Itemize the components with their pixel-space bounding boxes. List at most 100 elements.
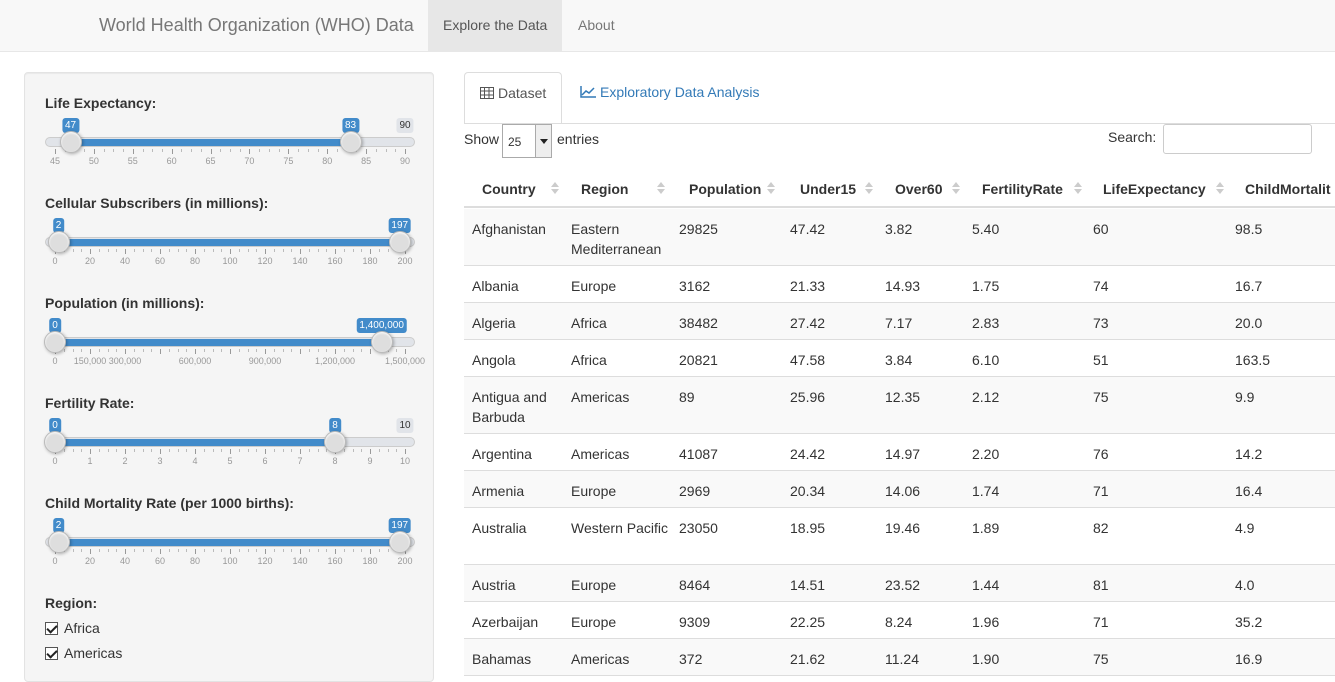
sort-icon[interactable] <box>952 182 960 196</box>
table-cell: 3162 <box>679 278 711 294</box>
slider-label: Child Mortality Rate (per 1000 births): <box>45 495 294 511</box>
slider-from-handle[interactable] <box>59 131 82 153</box>
slider-tick-label: 6 <box>262 456 268 466</box>
tab-eda[interactable]: Exploratory Data Analysis <box>565 72 775 124</box>
column-header[interactable]: Country <box>482 181 536 197</box>
table-cell: 2.83 <box>972 315 1000 331</box>
slider-minor-tick <box>273 249 275 252</box>
tab-label: Exploratory Data Analysis <box>600 84 760 100</box>
slider-tick <box>195 349 196 354</box>
tab-dataset[interactable]: Dataset <box>464 72 563 124</box>
nav-tab-explore[interactable]: Explore the Data <box>428 0 563 51</box>
sort-icon[interactable] <box>767 182 775 196</box>
table-row[interactable]: Armenia Europe 2969 20.34 14.06 1.74 71 16.4 <box>464 471 1335 508</box>
table-cell: Europe <box>571 278 617 294</box>
slider-minor-tick <box>343 249 345 252</box>
app-title[interactable]: World Health Organization (WHO) Data <box>99 15 414 36</box>
table-cell: 47.42 <box>790 221 826 237</box>
slider-minor-tick <box>72 549 74 552</box>
table-cell: 23.52 <box>885 577 921 593</box>
slider-minor-tick <box>161 149 163 152</box>
slider-from-handle[interactable] <box>47 531 70 553</box>
slider-minor-tick <box>238 349 240 352</box>
slider-minor-tick <box>151 549 153 552</box>
slider-label: Cellular Subscribers (in millions): <box>45 195 269 211</box>
slider-max-value: 10 <box>396 418 414 433</box>
table-cell: Europe <box>571 577 617 593</box>
slider-minor-tick <box>151 349 153 352</box>
table-row[interactable]: Bahamas Americas 372 21.62 11.24 1.90 75 16.9 <box>464 639 1335 676</box>
slider-tick-label: 80 <box>322 156 333 166</box>
sort-icon[interactable] <box>865 182 873 196</box>
slider-tick-label: 150,000 <box>73 356 107 366</box>
slider-from-handle[interactable] <box>47 231 70 253</box>
column-header[interactable]: Population <box>689 181 761 197</box>
entries-select[interactable]: 25 <box>502 124 552 158</box>
table-cell: 24.42 <box>790 446 826 462</box>
table-row[interactable]: Australia Western Pacific 23050 18.95 19.46 1… <box>464 508 1335 565</box>
slider-to-handle[interactable] <box>324 431 346 453</box>
column-header[interactable]: Region <box>581 181 628 197</box>
table-row[interactable]: Albania Europe 3162 21.33 14.93 1.75 74 16.7 <box>464 266 1335 303</box>
slider-tick <box>366 149 368 154</box>
column-header[interactable]: LifeExpectancy <box>1103 181 1206 197</box>
region-checkbox-americas[interactable]: Americas <box>45 645 122 661</box>
slider-minor-tick <box>133 249 135 252</box>
table-row[interactable]: Algeria Africa 38482 27.42 7.17 2.83 73 20.0 <box>464 303 1335 340</box>
slider-tick-label: 200 <box>397 256 413 266</box>
sort-icon[interactable] <box>1216 182 1224 196</box>
slider-minor-tick <box>142 449 144 452</box>
region-checkbox-africa[interactable]: Africa <box>45 620 100 636</box>
table-row[interactable]: Azerbaijan Europe 9309 22.25 8.24 1.96 71 35.2 <box>464 602 1335 639</box>
slider-minor-tick <box>291 249 293 252</box>
table-cell: 14.93 <box>885 278 921 294</box>
column-header[interactable]: Over60 <box>895 181 942 197</box>
slider-tick-label: 80 <box>189 256 201 266</box>
slider-tick-label: 55 <box>127 156 138 166</box>
slider-to-handle[interactable] <box>370 331 393 353</box>
nav-tab-about[interactable]: About <box>563 0 630 51</box>
slider-minor-tick <box>221 349 223 352</box>
slider-minor-tick <box>352 249 354 252</box>
sort-icon[interactable] <box>657 182 665 196</box>
table-cell: 2.12 <box>972 389 1000 405</box>
slider-minor-tick <box>378 449 380 452</box>
slider-minor-tick <box>396 449 398 452</box>
slider-minor-tick <box>326 249 328 252</box>
slider-tick <box>125 549 126 554</box>
slider-to-handle[interactable] <box>339 131 362 153</box>
slider-from-handle[interactable] <box>44 331 66 353</box>
table-cell: 16.4 <box>1235 483 1263 499</box>
table-row[interactable]: Afghanistan Eastern Mediterranean 29825 47.… <box>464 209 1335 266</box>
table-header: Country Region Population Under15 Over60 Fert… <box>464 172 1335 208</box>
slider-minor-tick <box>186 349 188 352</box>
table-row[interactable]: Antigua and Barbuda Americas 89 25.96 12.35 2… <box>464 377 1335 434</box>
slider-tick <box>300 349 301 354</box>
column-header[interactable]: ChildMortalit <box>1245 181 1331 197</box>
search-input[interactable] <box>1163 124 1312 154</box>
table-row[interactable]: Angola Africa 20821 47.58 3.84 6.10 51 163.5 <box>464 340 1335 377</box>
slider-selected-range <box>55 339 382 346</box>
slider-minor-tick <box>81 249 83 252</box>
table-row[interactable]: Austria Europe 8464 14.51 23.52 1.44 81 4.0 <box>464 565 1335 602</box>
table-cell: 14.2 <box>1235 446 1263 462</box>
table-cell: 4.0 <box>1235 577 1255 593</box>
sort-icon[interactable] <box>1074 182 1082 196</box>
column-header[interactable]: FertilityRate <box>982 181 1063 197</box>
slider-to-handle[interactable] <box>388 231 411 253</box>
slider-from-handle[interactable] <box>44 431 66 453</box>
checkbox-checked-icon[interactable] <box>45 622 58 635</box>
table-cell: Afghanistan <box>472 221 546 237</box>
checkbox-checked-icon[interactable] <box>45 647 58 660</box>
slider-tick-label: 20 <box>84 556 96 566</box>
filter-sidebar: Life Expectancy: 45 50 55 60 65 70 75 80 85 90 47 83… <box>24 72 434 682</box>
slider-to-handle[interactable] <box>388 531 411 553</box>
slider-tick-label: 10 <box>399 456 411 466</box>
slider-minor-tick <box>84 149 86 152</box>
column-header[interactable]: Under15 <box>800 181 856 197</box>
slider-minor-tick <box>308 249 310 252</box>
slider-minor-tick <box>256 349 258 352</box>
table-row[interactable]: Argentina Americas 41087 24.42 14.97 2.20 76 14… <box>464 434 1335 471</box>
sort-icon[interactable] <box>551 182 559 196</box>
slider-minor-tick <box>142 549 144 552</box>
